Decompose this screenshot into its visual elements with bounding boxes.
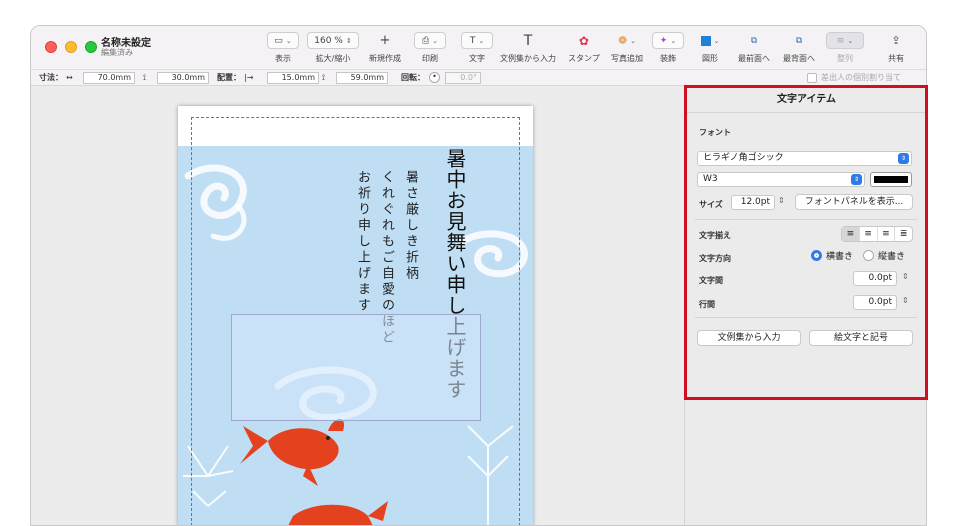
stamp-tool[interactable]: ✿ スタンプ	[568, 32, 600, 64]
zoom-value: 160 %	[314, 35, 343, 46]
bring-front-tool[interactable]: ⧉ 最前面へ	[738, 32, 770, 64]
y-position-icon: ⟟	[322, 72, 325, 82]
photos-icon: ❁	[617, 34, 628, 47]
title-bar: 名称未設定 編集済み ▭ ⌄ 表示 160 % ⇕ 拡大/縮小 + 新規作成 ⎙ ⌄ …	[31, 26, 926, 70]
decoration-label: 装飾	[660, 54, 676, 63]
decoration-tool[interactable]: ✦ ⌄ 装飾	[652, 32, 684, 64]
add-photo-label: 写真追加	[611, 54, 643, 63]
arrange-icon: ≡	[836, 35, 845, 46]
size-label: 寸法：	[39, 73, 63, 82]
new-label: 新規作成	[369, 54, 401, 63]
zoom-tool[interactable]: 160 % ⇕ 拡大/縮小	[307, 32, 359, 64]
minimize-window-button[interactable]	[65, 41, 77, 53]
chevron-down-icon: ⌄	[285, 36, 292, 45]
zoom-window-button[interactable]	[85, 41, 97, 53]
rotation-field[interactable]: 0.0°	[445, 71, 481, 84]
close-window-button[interactable]	[45, 41, 57, 53]
bring-front-icon: ⧉	[750, 35, 758, 46]
text-from-examples-label: 文例集から入力	[500, 54, 556, 63]
chevron-down-icon: ⌄	[713, 36, 720, 45]
position-label: 配置：	[217, 73, 241, 82]
text-icon: T	[469, 35, 476, 46]
new-tool[interactable]: + 新規作成	[369, 32, 401, 64]
width-icon: ↔	[66, 73, 73, 82]
individual-checkbox[interactable]	[807, 72, 817, 83]
height-field[interactable]: 30.0mm	[157, 71, 209, 84]
height-icon: ⟟	[143, 72, 146, 82]
chevron-down-icon: ⌄	[630, 36, 637, 45]
add-photo-tool[interactable]: ❁ ⌄ 写真追加	[611, 32, 643, 64]
chevron-down-icon: ⌄	[432, 36, 439, 45]
postcard[interactable]: 暑中お見舞い申し上げます 暑さ厳しき折柄 くれぐれもご自愛のほど お祈り申し上げ…	[178, 106, 533, 525]
bring-front-label: 最前面へ	[738, 54, 770, 63]
text-tool[interactable]: T ⌄ 文字	[461, 32, 493, 64]
chevron-down-icon: ⌄	[847, 36, 854, 45]
stamp-label: スタンプ	[568, 54, 600, 63]
view-tool[interactable]: ▭ ⌄ 表示	[267, 32, 299, 64]
share-tool[interactable]: ⇪ 共有	[885, 32, 907, 64]
arrange-label: 整列	[837, 54, 853, 63]
text-template-icon: T	[523, 32, 533, 49]
rotation-label: 回転：	[401, 73, 425, 82]
arrange-tool[interactable]: ≡ ⌄ 整列	[826, 32, 864, 64]
sidebar-icon: ▭	[274, 35, 283, 46]
y-position-field[interactable]: 59.0mm	[336, 71, 388, 84]
shape-tool[interactable]: ⌄ 図形	[695, 32, 725, 64]
x-position-field[interactable]: 15.0mm	[267, 71, 319, 84]
text-label: 文字	[469, 54, 485, 63]
x-position-icon: |→	[244, 73, 254, 82]
view-label: 表示	[275, 54, 291, 63]
send-back-label: 最背面へ	[783, 54, 815, 63]
zoom-label: 拡大/縮小	[315, 54, 351, 63]
options-bar: 寸法： ↔ 70.0mm ⟟ 30.0mm 配置： |→ 15.0mm ⟟ 59…	[31, 70, 926, 86]
rotation-dial-icon[interactable]: •	[429, 72, 440, 83]
chevron-down-icon: ⌄	[670, 36, 677, 45]
window-controls	[45, 41, 97, 53]
share-label: 共有	[888, 54, 904, 63]
print-label: 印刷	[422, 54, 438, 63]
highlight-frame	[684, 85, 928, 400]
chevron-down-icon: ⌄	[478, 36, 485, 45]
plus-icon: +	[379, 33, 391, 48]
text-from-examples-tool[interactable]: T 文例集から入力	[500, 32, 556, 64]
individual-label: 差出人の個別割り当て	[821, 73, 901, 82]
printer-icon: ⎙	[421, 35, 430, 46]
send-back-icon: ⧉	[795, 35, 803, 46]
magic-wand-icon: ✦	[659, 35, 668, 46]
design-canvas[interactable]: 暑中お見舞い申し上げます 暑さ厳しき折柄 くれぐれもご自愛のほど お祈り申し上げ…	[31, 87, 684, 525]
print-tool[interactable]: ⎙ ⌄ 印刷	[414, 32, 446, 64]
stepper-icon: ⇕	[345, 36, 352, 45]
width-field[interactable]: 70.0mm	[83, 71, 135, 84]
send-back-tool[interactable]: ⧉ 最背面へ	[783, 32, 815, 64]
shape-label: 図形	[702, 54, 718, 63]
share-icon: ⇪	[891, 34, 901, 47]
stamp-icon: ✿	[578, 33, 589, 48]
square-icon	[700, 35, 711, 46]
selected-text-frame[interactable]	[231, 314, 481, 421]
document-status: 編集済み	[101, 48, 133, 57]
